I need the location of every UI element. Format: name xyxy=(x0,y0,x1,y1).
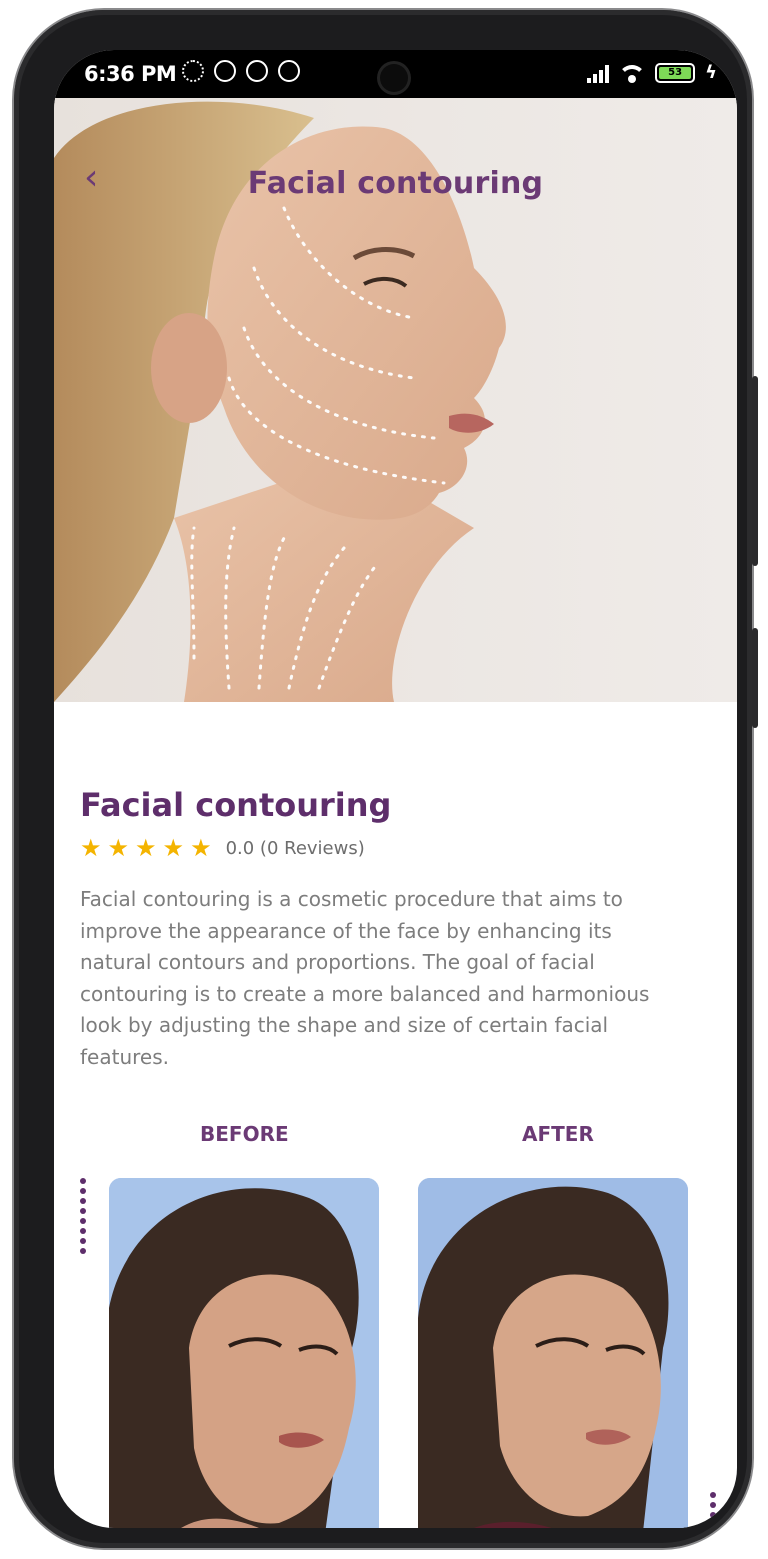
signal-icon xyxy=(587,63,610,83)
app-notification-icon xyxy=(246,60,268,82)
carousel-indicator xyxy=(710,1492,716,1528)
front-camera xyxy=(380,64,408,92)
before-face-image xyxy=(109,1178,379,1528)
hero-image: ‹ Facial contouring xyxy=(54,98,737,702)
screen: 6:36 PM 53 ϟ ‹ Facial contouring Facial … xyxy=(54,50,737,1528)
star-icon: ★ xyxy=(80,834,102,862)
battery-level: 53 xyxy=(659,66,692,79)
after-photo[interactable] xyxy=(418,1178,688,1528)
star-icon: ★ xyxy=(107,834,130,862)
star-icon: ★ xyxy=(190,834,212,862)
treatment-name: Facial contouring xyxy=(80,786,392,824)
treatment-description: Facial contouring is a cosmetic procedur… xyxy=(80,887,650,1069)
power-button xyxy=(752,628,758,728)
reviews-link[interactable]: 0.0 (0 Reviews) xyxy=(226,838,365,859)
battery-icon: 53 xyxy=(655,62,696,83)
alarm-icon xyxy=(214,60,236,82)
star-icon: ★ xyxy=(135,834,157,862)
wifi-icon xyxy=(619,63,646,83)
rating-row: ★ ★ ★ ★ ★ 0.0 (0 Reviews) xyxy=(80,836,365,860)
carousel-indicator xyxy=(80,1178,86,1254)
phone-frame: 6:36 PM 53 ϟ ‹ Facial contouring Facial … xyxy=(14,10,758,1548)
app-notification-icon xyxy=(278,60,300,82)
system-icons: 53 ϟ xyxy=(587,62,717,83)
status-bar: 6:36 PM 53 ϟ xyxy=(54,50,737,98)
after-label: AFTER xyxy=(522,1122,594,1146)
star-icon: ★ xyxy=(162,834,185,862)
settings-icon xyxy=(182,60,204,82)
before-photo[interactable] xyxy=(109,1178,379,1528)
notification-icons xyxy=(182,60,300,82)
after-face-image xyxy=(418,1178,688,1528)
volume-button xyxy=(752,376,758,566)
before-label: BEFORE xyxy=(200,1122,289,1146)
page-title: Facial contouring xyxy=(247,166,544,201)
status-time: 6:36 PM xyxy=(84,62,177,86)
charging-icon: ϟ xyxy=(705,62,717,83)
